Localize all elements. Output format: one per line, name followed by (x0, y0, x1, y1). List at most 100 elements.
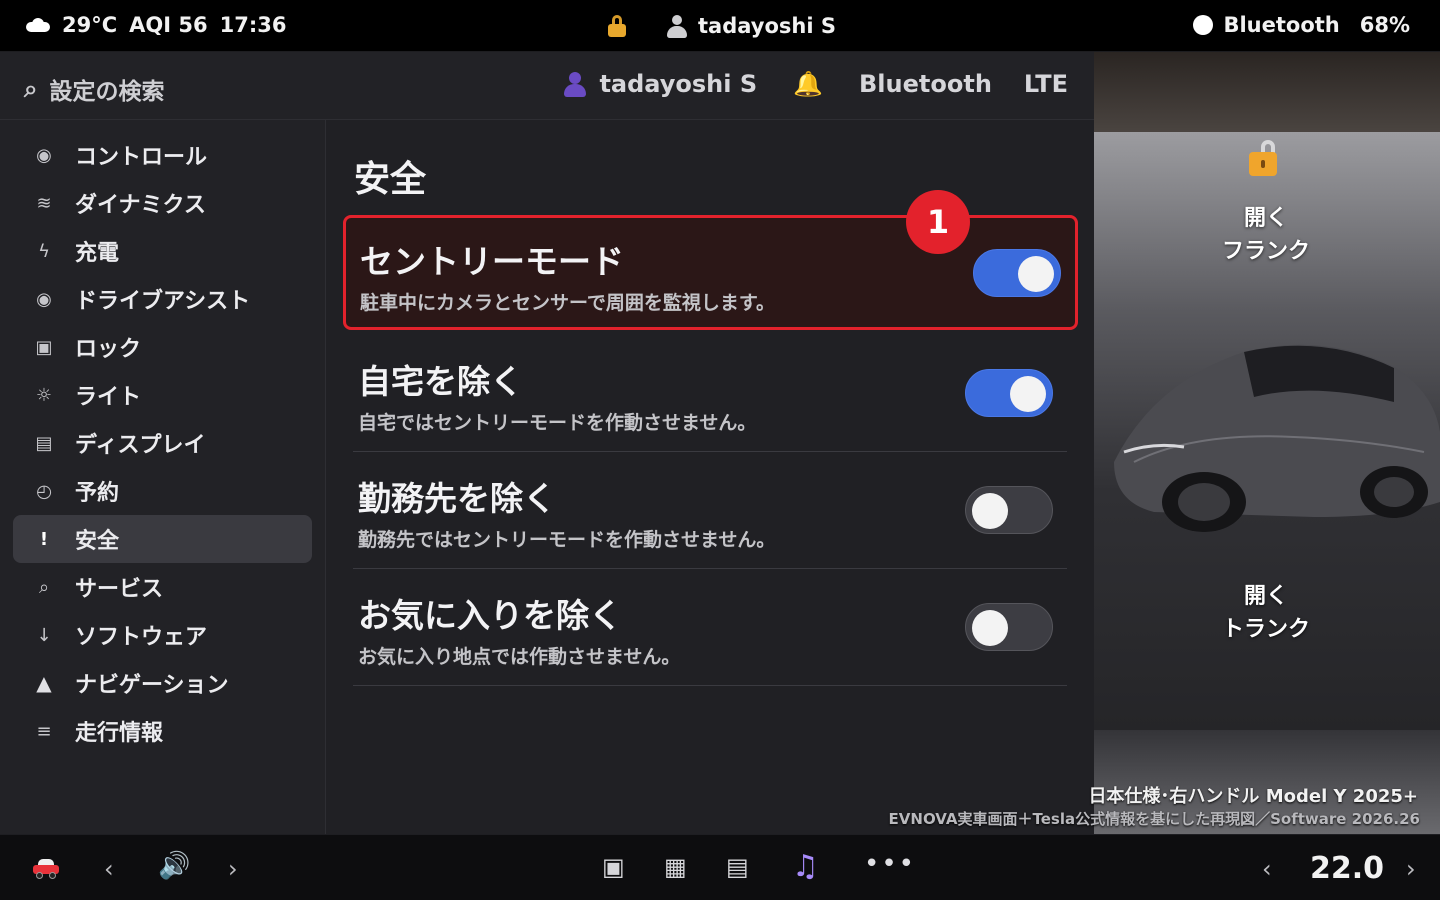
sidebar-item-label: 予約 (75, 481, 120, 506)
search-placeholder: 設定の検索 (49, 79, 165, 105)
status-user-name[interactable]: tadayoshi S (698, 14, 836, 38)
chevron-right-icon[interactable]: › (228, 855, 238, 883)
setting-title: 勤務先を除く (358, 479, 556, 518)
trunk-action: 開く (1244, 584, 1289, 609)
setting-row-exclude-work: 勤務先を除く 勤務先ではセントリーモードを作動させません。 (353, 452, 1067, 569)
sentry-mode-toggle[interactable] (973, 249, 1061, 297)
header-network: LTE (1023, 70, 1068, 98)
header-bluetooth[interactable]: Bluetooth (859, 70, 992, 98)
setting-row-sentry: セントリーモード 駐車中にカメラとセンサーで周囲を監視します。 (353, 215, 1077, 330)
car-icon[interactable] (33, 859, 59, 879)
sidebar-item-service[interactable]: ⌕ サービス (13, 563, 312, 611)
profile-icon[interactable] (563, 70, 587, 98)
aqi-readout: AQI 56 (129, 13, 208, 37)
settings-header: ⌕ 設定の検索 tadayoshi S 🔔 Bluetooth LTE (0, 52, 1094, 120)
exclude-favorites-toggle[interactable] (965, 603, 1053, 651)
chevron-left-icon[interactable]: ‹ (104, 855, 114, 883)
credit-line-1: 日本仕様･右ハンドル Model Y 2025+ (1088, 786, 1418, 807)
bell-icon[interactable]: 🔔 (793, 70, 823, 98)
temp-up-chevron-icon[interactable]: › (1406, 855, 1416, 883)
setting-row-exclude-favorites: お気に入りを除く お気に入り地点では作動させません。 (353, 569, 1067, 686)
clock: 17:36 (219, 13, 287, 37)
car-visual-panel: 開く フランク 開く トランク (1094, 52, 1440, 834)
page-title: 安全 (354, 159, 427, 200)
sidebar-item-dynamics[interactable]: ≋ ダイナミクス (13, 179, 312, 227)
controls-icon: ◉ (36, 144, 52, 166)
search-icon: ⌕ (24, 75, 38, 103)
sidebar-item-label: 走行情報 (75, 721, 164, 746)
sidebar-item-charging[interactable]: ϟ 充電 (13, 227, 312, 275)
display-icon: ▤ (35, 432, 53, 454)
lock-small-icon: ▣ (35, 336, 53, 358)
setting-description: 駐車中にカメラとセンサーで周囲を監視します。 (360, 292, 775, 314)
cabin-temperature: 22.0 (1310, 851, 1385, 886)
volume-icon[interactable]: 🔊 (158, 851, 190, 881)
temp-down-chevron-icon[interactable]: ‹ (1262, 855, 1272, 883)
sidebar-item-trips[interactable]: ≡ 走行情報 (13, 707, 312, 755)
sidebar-item-label: ダイナミクス (75, 193, 206, 218)
cloud-icon (26, 18, 50, 32)
bluetooth-dot-icon (1193, 15, 1214, 35)
more-apps-icon[interactable]: ••• (864, 849, 916, 879)
sidebar-item-label: ドライブアシスト (75, 289, 251, 314)
bluetooth-status[interactable]: Bluetooth (1193, 13, 1340, 37)
status-right: Bluetooth 68% (1193, 13, 1410, 37)
sidebar-item-label: ナビゲーション (75, 673, 229, 698)
battery-percent: 68% (1359, 13, 1410, 37)
toggle-knob (972, 610, 1008, 646)
list-app-icon[interactable]: ▤ (726, 853, 749, 881)
settings-sidebar: ◉ コントロール ≋ ダイナミクス ϟ 充電 ◉ ドライブアシスト ▣ ロック ☼ ライト … (0, 120, 326, 834)
exclamation-icon: ! (39, 528, 49, 550)
profile-name[interactable]: tadayoshi S (599, 70, 757, 98)
frunk-unlock-icon[interactable] (1249, 140, 1281, 176)
sidebar-item-label: 安全 (75, 529, 120, 554)
download-icon: ↓ (36, 624, 52, 646)
clock-icon: ◴ (36, 480, 52, 502)
charging-icon: ϟ (38, 240, 50, 262)
sidebar-item-display[interactable]: ▤ ディスプレイ (13, 419, 312, 467)
frunk-open-button[interactable]: 開く フランク (1222, 202, 1310, 268)
bluetooth-label: Bluetooth (1223, 13, 1340, 37)
camera-app-icon[interactable]: ▣ (602, 853, 625, 881)
sidebar-item-lights[interactable]: ☼ ライト (13, 371, 312, 419)
setting-row-exclude-home: 自宅を除く 自宅ではセントリーモードを作動させません。 (353, 335, 1067, 452)
setting-title: 自宅を除く (358, 362, 523, 401)
sidebar-item-label: ディスプレイ (75, 433, 206, 458)
settings-search[interactable]: ⌕ 設定の検索 (24, 72, 164, 106)
sidebar-item-locks[interactable]: ▣ ロック (13, 323, 312, 371)
trunk-open-button[interactable]: 開く トランク (1222, 580, 1310, 646)
setting-title: セントリーモード (360, 242, 624, 281)
sidebar-item-label: ロック (75, 337, 142, 362)
sidebar-item-label: サービス (75, 577, 164, 602)
lock-icon[interactable] (608, 15, 626, 37)
frunk-action: 開く (1244, 206, 1289, 231)
setting-description: 自宅ではセントリーモードを作動させません。 (358, 412, 757, 434)
frunk-label: フランク (1222, 239, 1311, 264)
toggle-knob (972, 493, 1008, 529)
setting-description: お気に入り地点では作動させません。 (358, 646, 681, 668)
dynamics-icon: ≋ (36, 192, 52, 214)
credit-line-2: EVNOVA実車画面＋Tesla公式情報を基にした再現図／Software 20… (888, 810, 1420, 828)
setting-title: お気に入りを除く (358, 596, 622, 635)
trunk-label: トランク (1222, 617, 1311, 642)
sidebar-item-navigation[interactable]: ▲ ナビゲーション (13, 659, 312, 707)
setting-description: 勤務先ではセントリーモードを作動させません。 (358, 529, 776, 551)
status-center: tadayoshi S (608, 13, 836, 39)
exclude-home-toggle[interactable] (965, 369, 1053, 417)
outside-temperature: 29°C (62, 13, 118, 37)
navigation-arrow-icon: ▲ (36, 671, 52, 695)
light-icon: ☼ (35, 384, 53, 406)
grid-app-icon[interactable]: ▦ (664, 853, 687, 881)
status-bar: 29°C AQI 56 17:36 tadayoshi S Bluetooth … (0, 0, 1440, 52)
sidebar-item-schedule[interactable]: ◴ 予約 (13, 467, 312, 515)
sidebar-item-safety[interactable]: ! 安全 (13, 515, 312, 563)
sidebar-item-drive-assist[interactable]: ◉ ドライブアシスト (13, 275, 312, 323)
sidebar-item-controls[interactable]: ◉ コントロール (13, 131, 312, 179)
toggle-knob (1010, 376, 1046, 412)
music-icon[interactable]: ♫ (792, 849, 819, 884)
exclude-work-toggle[interactable] (965, 486, 1053, 534)
trips-icon: ≡ (36, 720, 52, 742)
sidebar-item-software[interactable]: ↓ ソフトウェア (13, 611, 312, 659)
sidebar-item-label: 充電 (75, 241, 120, 266)
sidebar-item-label: コントロール (75, 145, 208, 170)
